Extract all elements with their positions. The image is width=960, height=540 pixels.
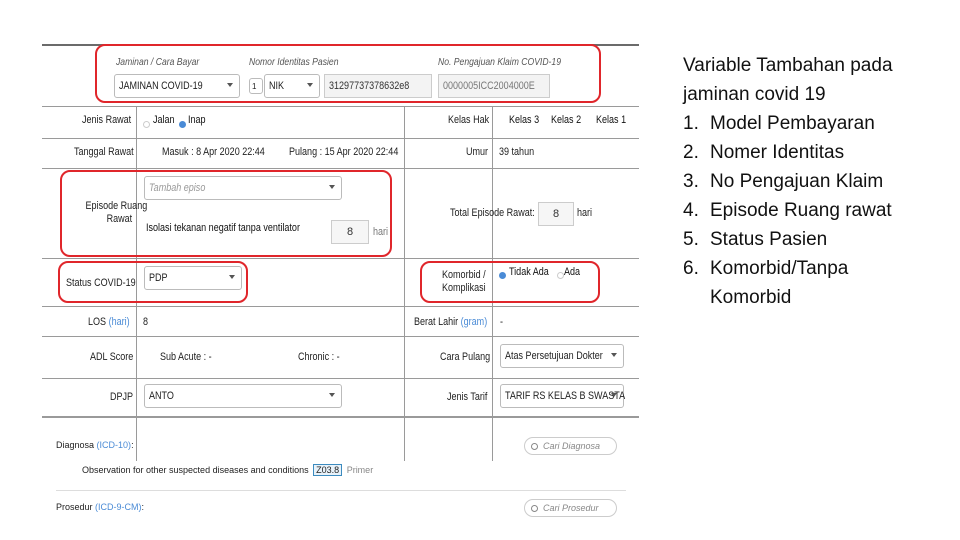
- variable-list-item: 3. No Pengajuan Klaim: [683, 171, 884, 192]
- slide-title-line-2: jaminan covid 19: [683, 84, 826, 105]
- diagnosa-code-badge[interactable]: Z03.8: [313, 464, 343, 476]
- slide-text: Variable Tambahan pada jaminan covid 19 …: [683, 51, 953, 312]
- kelas-option[interactable]: Kelas 1: [596, 114, 633, 126]
- kelas-option[interactable]: Kelas 3: [509, 114, 546, 126]
- jenis-tarif-select[interactable]: TARIF RS KELAS B SWASTA: [500, 384, 625, 408]
- total-episode-input[interactable]: 8: [538, 202, 574, 226]
- sub-acute-value: Sub Acute : -: [160, 351, 212, 363]
- cara-pulang-select[interactable]: Atas Persetujuan Dokter: [500, 344, 624, 368]
- variable-list-item: 6. Komorbid/Tanpa: [683, 258, 849, 279]
- chevron-down-icon: [611, 353, 617, 357]
- masuk-value: Masuk : 8 Apr 2020 22:44: [162, 146, 265, 158]
- row-divider: [42, 378, 639, 379]
- row-divider: [42, 138, 639, 139]
- row-divider: [42, 306, 639, 307]
- variable-list-item-continuation: Komorbid: [710, 287, 792, 308]
- dpjp-label: DPJP: [110, 391, 134, 403]
- cara-pulang-label: Cara Pulang: [440, 351, 491, 363]
- search-icon: [531, 442, 538, 450]
- berat-lahir-label: Berat Lahir (gram): [414, 316, 488, 328]
- kelas-hak-label: Kelas Hak: [448, 114, 490, 126]
- variable-list-item: 5. Status Pasien: [683, 229, 828, 250]
- prosedur-search[interactable]: Cari Prosedur: [524, 499, 617, 517]
- search-icon: [531, 504, 538, 512]
- row-divider: [42, 258, 639, 259]
- total-episode-hari-unit: hari: [577, 207, 593, 219]
- row-divider: [56, 490, 626, 491]
- kelas-option[interactable]: Kelas 2: [551, 114, 588, 126]
- diagnosa-item: Observation for other suspected diseases…: [82, 464, 374, 476]
- jenis-rawat-option[interactable]: Inap: [188, 114, 209, 126]
- highlight-status-covid: [58, 261, 248, 303]
- dpjp-select[interactable]: ANTO: [144, 384, 342, 408]
- variable-list-item: 4. Episode Ruang rawat: [683, 200, 892, 221]
- tanggal-rawat-label: Tanggal Rawat: [74, 146, 134, 158]
- adl-score-label: ADL Score: [90, 351, 134, 363]
- diagnosa-search[interactable]: Cari Diagnosa: [524, 437, 617, 455]
- variable-list-item: 2. Nomer Identitas: [683, 142, 845, 163]
- prosedur-label: Prosedur (ICD-9-CM):: [56, 502, 145, 512]
- berat-lahir-value: -: [500, 316, 504, 328]
- los-value: 8: [143, 316, 149, 328]
- radio-inap-selected[interactable]: [179, 121, 186, 128]
- row-divider: [42, 106, 639, 107]
- variable-list: 1. Model Pembayaran 2. Nomer Identitas 3. N…: [683, 109, 953, 312]
- section-divider: [42, 416, 639, 418]
- row-divider: [42, 168, 639, 169]
- highlight-episode: [60, 170, 392, 257]
- jenis-tarif-label: Jenis Tarif: [447, 391, 488, 403]
- pulang-value: Pulang : 15 Apr 2020 22:44: [289, 146, 399, 158]
- chronic-value: Chronic : -: [298, 351, 340, 363]
- chevron-down-icon: [611, 393, 617, 397]
- chevron-down-icon: [329, 393, 335, 397]
- highlight-komorbid: [420, 261, 600, 303]
- highlight-payment-identity-claim: [95, 44, 601, 103]
- umur-label: Umur: [466, 146, 489, 158]
- los-label: LOS (hari): [88, 316, 130, 328]
- umur-value: 39 tahun: [499, 146, 535, 158]
- radio-jalan[interactable]: [143, 121, 150, 128]
- jenis-rawat-label: Jenis Rawat: [82, 114, 132, 126]
- jenis-rawat-option[interactable]: Jalan: [153, 114, 179, 126]
- slide-title-line-1: Variable Tambahan pada: [683, 55, 893, 76]
- column-divider: [404, 106, 405, 461]
- variable-list-item: 1. Model Pembayaran: [683, 113, 875, 134]
- row-divider: [42, 336, 639, 337]
- diagnosa-label: Diagnosa (ICD-10):: [56, 440, 134, 450]
